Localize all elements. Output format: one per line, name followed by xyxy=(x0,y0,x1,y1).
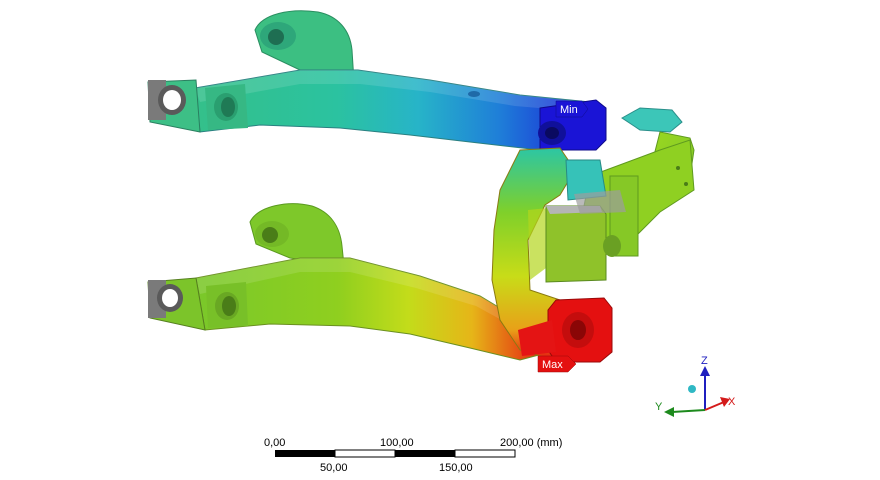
max-probe[interactable]: Max xyxy=(537,355,577,373)
coordinate-triad-icon[interactable]: Z Y X xyxy=(655,355,736,417)
scale-label-150: 150,00 xyxy=(439,462,473,474)
max-label: Max xyxy=(542,359,563,371)
triad-origin-sphere xyxy=(688,385,696,393)
scale-segment-1 xyxy=(275,450,335,457)
scale-segment-3 xyxy=(395,450,455,457)
scale-label-0: 0,00 xyxy=(264,437,285,449)
scale-segment-2 xyxy=(334,449,396,458)
x-axis-line xyxy=(704,401,725,411)
scale-label-200: 200,00 (mm) xyxy=(500,437,562,449)
x-axis-label: X xyxy=(728,396,736,408)
scale-bar: 0,00 100,00 200,00 (mm) 50,00 150,00 xyxy=(264,437,562,474)
upper-arm xyxy=(147,10,607,151)
lower-arm xyxy=(147,203,551,361)
z-axis-arrowhead xyxy=(700,366,710,376)
model-viewport[interactable]: Min Max Z Y X 0,00 100,00 200,00 (mm) 50… xyxy=(0,0,880,480)
scale-segment-4 xyxy=(454,449,516,458)
y-axis-arrowhead xyxy=(664,407,674,417)
y-axis-line xyxy=(671,409,706,413)
y-axis-label: Y xyxy=(655,401,663,413)
z-axis-label: Z xyxy=(701,355,708,367)
scale-label-100: 100,00 xyxy=(380,437,414,449)
scale-label-50: 50,00 xyxy=(320,462,348,474)
min-label: Min xyxy=(560,104,578,116)
min-probe[interactable]: Min xyxy=(555,100,589,118)
